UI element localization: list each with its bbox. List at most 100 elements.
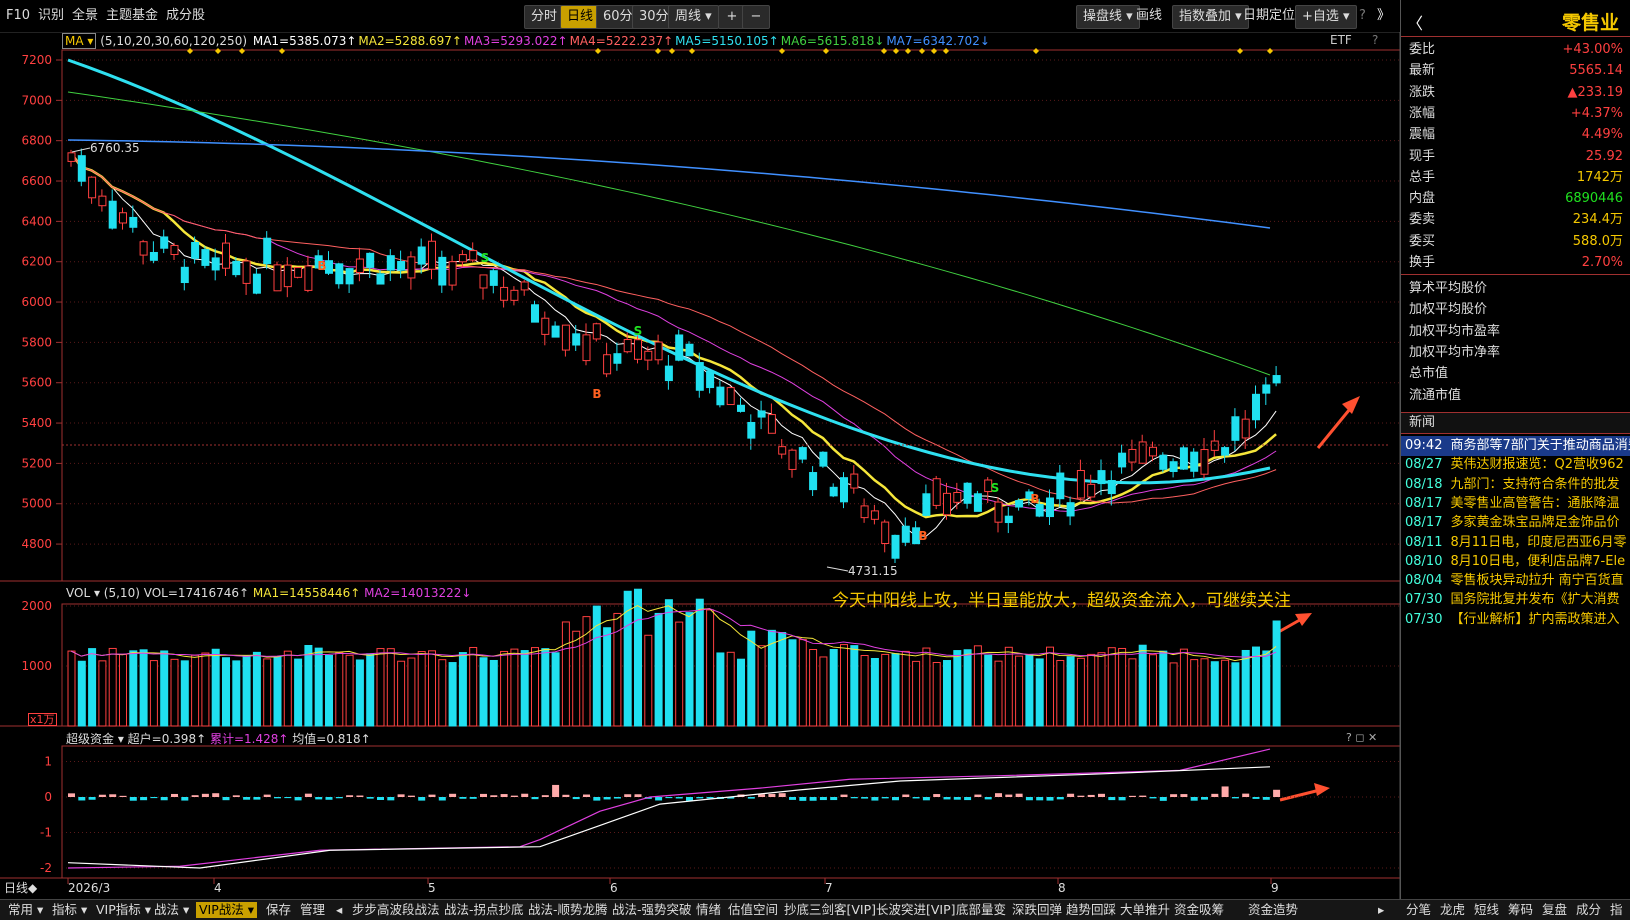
bottom-tab-0[interactable]: 常用 ▾ bbox=[8, 902, 43, 918]
date-tick-label: 8 bbox=[1058, 881, 1066, 895]
quote-tab-0[interactable]: 分笔 bbox=[1406, 902, 1431, 918]
bottom-tab-5[interactable]: 保存 bbox=[266, 902, 291, 918]
news-item[interactable]: 08/17 多家黄金珠宝品牌足金饰品价 bbox=[1401, 513, 1630, 533]
quote-tab-4[interactable]: 复盘 bbox=[1542, 902, 1567, 918]
quote-key: 震幅 bbox=[1409, 127, 1436, 143]
quote-value: 5565.14 bbox=[1569, 63, 1623, 79]
bottom-tab-11[interactable]: 战法-强势突破 bbox=[612, 902, 692, 918]
signal-letter: S bbox=[991, 481, 1000, 495]
volume-bar bbox=[129, 650, 138, 727]
bottom-tab-10[interactable]: 战法-顺势龙腾 bbox=[528, 902, 608, 918]
bottom-toolbar: 常用 ▾ 指标 ▾ VIP指标 ▾ 战法 ▾ VIP战法 ▾ 保存 管理 ◂ 步步高波段战法 战法… bbox=[0, 899, 1400, 920]
chart-canvas[interactable]: 7200 7000 6800 6600 6400 6200 6000 5800 5600 5400… bbox=[0, 0, 1400, 899]
fund-selector[interactable]: 超级资金 ▾ bbox=[66, 732, 124, 746]
candle-body bbox=[149, 251, 158, 261]
candle-body bbox=[1231, 416, 1240, 441]
volume-bar bbox=[840, 644, 848, 727]
price-grid bbox=[62, 59, 1400, 545]
bottom-tab-1[interactable]: 指标 ▾ bbox=[52, 902, 87, 918]
bottom-tab-4[interactable]: VIP战法 ▾ bbox=[196, 902, 258, 918]
news-item[interactable]: 08/27 英伟达财报速览：Q2营收962 bbox=[1401, 455, 1630, 475]
candle-body bbox=[139, 241, 148, 256]
volume-bar bbox=[500, 650, 509, 727]
price-tick-label: 6200 bbox=[21, 255, 52, 269]
bottom-tab-7[interactable]: ◂ bbox=[336, 902, 342, 918]
candle-body bbox=[973, 493, 982, 512]
news-item[interactable]: 07/30 国务院批复并发布《扩大消费 bbox=[1401, 590, 1630, 610]
candle-body bbox=[1159, 454, 1168, 470]
candle-body bbox=[345, 268, 354, 285]
fund-bar bbox=[480, 793, 487, 797]
volume-bar bbox=[963, 649, 972, 727]
news-item[interactable]: 08/18 九部门：支持符合条件的批发 bbox=[1401, 475, 1630, 495]
volume-bar bbox=[1025, 654, 1034, 727]
news-item[interactable]: 08/04 零售板块异动拉升 南宁百货直 bbox=[1401, 571, 1630, 591]
quote-tab-6[interactable]: 指 bbox=[1610, 902, 1623, 918]
fund-panel-controls[interactable]: ? ◻ ✕ bbox=[1346, 731, 1377, 744]
candle-body bbox=[263, 237, 272, 265]
bottom-tab-2[interactable]: VIP指标 ▾ bbox=[96, 902, 151, 918]
fund-bar bbox=[799, 797, 807, 801]
volume-bar bbox=[479, 657, 488, 727]
candle-body bbox=[191, 241, 200, 259]
candle-body bbox=[170, 244, 179, 256]
volume-bar bbox=[1118, 647, 1127, 727]
volume-bar bbox=[1190, 659, 1199, 727]
news-item[interactable]: 09:42 商务部等7部门关于推动商品消费 bbox=[1401, 436, 1630, 456]
fund-bar bbox=[1221, 786, 1229, 797]
volume-bar bbox=[881, 653, 890, 727]
volume-bar bbox=[1149, 654, 1157, 727]
bottom-tab-16[interactable]: 底部量变 bbox=[956, 902, 1006, 918]
quote-tab-2[interactable]: 短线 bbox=[1474, 902, 1499, 918]
bottom-tab-18[interactable]: 趋势回踩 bbox=[1066, 902, 1116, 918]
bottom-tab-22[interactable]: ▸ bbox=[1378, 902, 1384, 918]
volume-bar bbox=[819, 656, 828, 727]
volume-bar bbox=[67, 650, 76, 727]
news-item[interactable]: 08/11 8月11日电，印度尼西亚6月零 bbox=[1401, 533, 1630, 553]
back-icon[interactable]: 〈 bbox=[1407, 10, 1423, 34]
quote-tab-1[interactable]: 龙虎 bbox=[1440, 902, 1465, 918]
bottom-tab-21[interactable]: 资金造势 bbox=[1248, 902, 1298, 918]
high-price-label: 6760.35 bbox=[90, 141, 140, 155]
candle-body bbox=[654, 341, 663, 361]
fund-bar bbox=[819, 797, 827, 801]
candle-body bbox=[366, 252, 375, 268]
bottom-tab-19[interactable]: 大单推升 bbox=[1120, 902, 1170, 918]
fund-bar bbox=[1025, 797, 1033, 801]
candle-body bbox=[850, 473, 859, 489]
fund-bar bbox=[222, 797, 230, 801]
news-item[interactable]: 07/30 【行业解析】扩内需政策进入 bbox=[1401, 610, 1630, 630]
bottom-tab-8[interactable]: 步步高波段战法 bbox=[352, 902, 440, 918]
fund-bar bbox=[78, 797, 86, 801]
candle-body bbox=[1252, 393, 1260, 421]
volume-bar bbox=[304, 644, 313, 727]
news-header[interactable]: 新闻 bbox=[1401, 412, 1630, 434]
volume-bar bbox=[798, 639, 807, 727]
candle-body bbox=[757, 410, 766, 418]
bottom-tab-15[interactable]: 长波突进[VIP] bbox=[876, 902, 956, 918]
bottom-tab-17[interactable]: 深跌回弹 bbox=[1012, 902, 1062, 918]
bottom-tab-20[interactable]: 资金吸筹 bbox=[1174, 902, 1224, 918]
volume-bar bbox=[1128, 658, 1137, 727]
candle-body bbox=[355, 258, 364, 274]
bottom-tab-12[interactable]: 情绪 bbox=[696, 902, 721, 918]
bottom-tab-14[interactable]: 抄底三剑客[VIP] bbox=[784, 902, 876, 918]
vol-selector[interactable]: VOL ▾ bbox=[66, 586, 100, 600]
bottom-tab-3[interactable]: 战法 ▾ bbox=[154, 902, 189, 918]
fund-bar bbox=[129, 797, 137, 801]
candle-body bbox=[788, 449, 797, 470]
news-headline: 多家黄金珠宝品牌足金饰品价 bbox=[1450, 515, 1620, 531]
volume-bar bbox=[901, 650, 910, 727]
bottom-tab-9[interactable]: 战法-拐点抄底 bbox=[444, 902, 524, 918]
bottom-tab-13[interactable]: 估值空间 bbox=[728, 902, 778, 918]
price-tick-label: 4800 bbox=[21, 537, 52, 551]
bottom-tab-6[interactable]: 管理 bbox=[300, 902, 325, 918]
quote-tab-5[interactable]: 成分 bbox=[1576, 902, 1601, 918]
quote-bottom-tabs: 分笔 龙虎 短线 筹码 复盘 成分指 bbox=[1400, 899, 1630, 920]
volume-bar bbox=[1056, 659, 1065, 727]
quote-tab-3[interactable]: 筹码 bbox=[1508, 902, 1533, 918]
news-item[interactable]: 08/17 美零售业高管警告：通胀降温 bbox=[1401, 494, 1630, 514]
news-item[interactable]: 08/10 8月10日电，便利店品牌7-Ele bbox=[1401, 552, 1630, 572]
candle-body bbox=[953, 492, 962, 503]
candle-body bbox=[1262, 384, 1271, 394]
